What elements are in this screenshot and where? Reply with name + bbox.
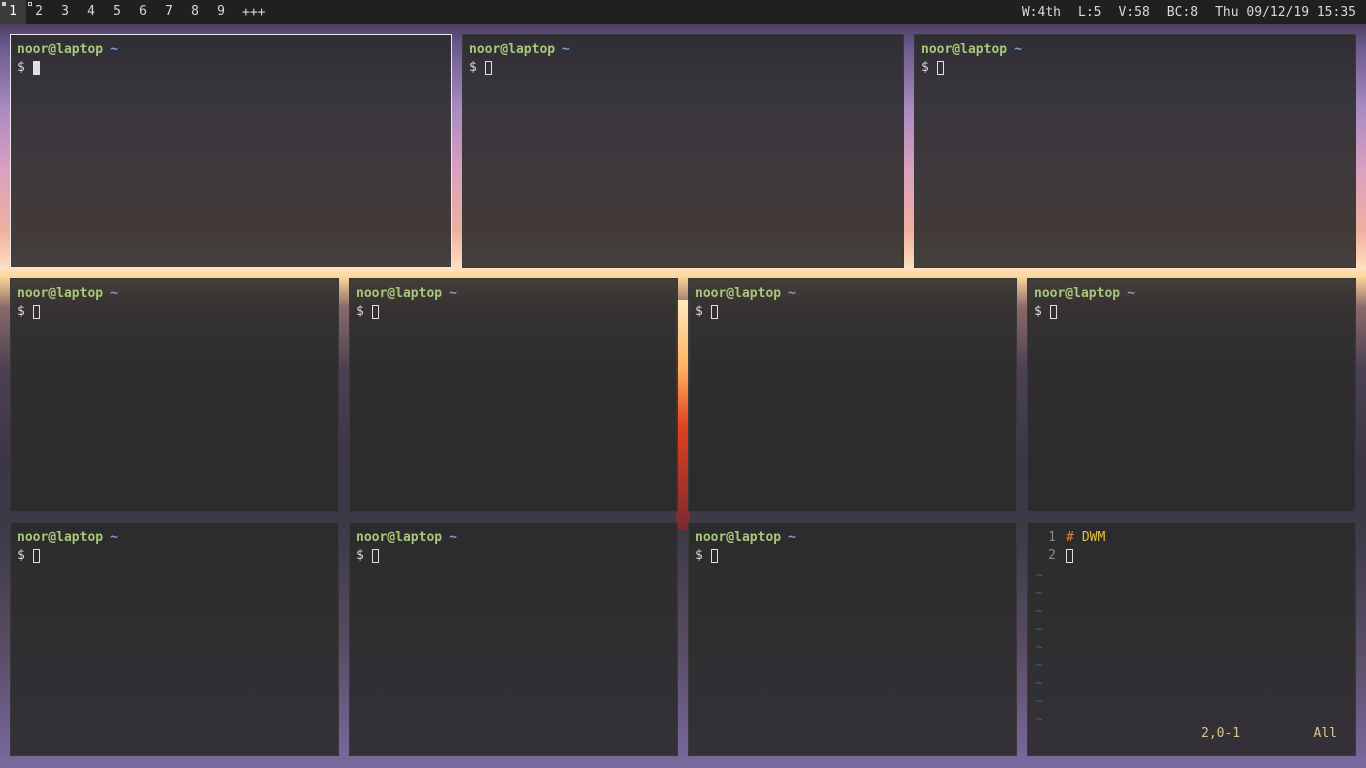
terminal-window-7[interactable]: noor@laptop ~ $ — [1027, 278, 1356, 512]
line-number: 1 — [1048, 530, 1056, 545]
line-number: 2 — [1048, 548, 1056, 563]
tag-4[interactable]: 4 — [78, 0, 104, 24]
prompt-cwd: ~ — [1127, 286, 1135, 301]
prompt-cwd: ~ — [562, 42, 570, 57]
tag-label: 2 — [35, 4, 43, 19]
cursor-icon — [371, 549, 379, 563]
empty-line-marker: ~ — [1035, 586, 1043, 601]
tag-2[interactable]: 2 — [26, 0, 52, 24]
prompt-cwd: ~ — [110, 42, 118, 57]
prompt-user-host: noor@laptop — [695, 530, 782, 545]
prompt-user-host: noor@laptop — [17, 286, 104, 301]
cursor-icon — [710, 305, 718, 319]
terminal-window-1[interactable]: noor@laptop ~ $ — [10, 34, 452, 268]
prompt-symbol: $ — [356, 304, 364, 319]
empty-line-marker: ~ — [1035, 712, 1043, 727]
prompt-symbol: $ — [356, 548, 364, 563]
empty-line-marker: ~ — [1035, 568, 1043, 583]
prompt-user-host: noor@laptop — [356, 530, 443, 545]
prompt-cwd: ~ — [449, 286, 457, 301]
cursor-icon — [1049, 305, 1057, 319]
vim-window[interactable]: 1 # DWM 2 ~ ~ ~ ~ ~ ~ ~ ~ ~ 2,0-1 All — [1027, 522, 1356, 756]
terminal-window-6[interactable]: noor@laptop ~ $ — [688, 278, 1017, 512]
prompt-user-host: noor@laptop — [17, 42, 104, 57]
markdown-hash: # — [1066, 530, 1074, 545]
vim-cursor-position: 2,0-1 — [1201, 726, 1241, 741]
prompt-symbol: $ — [695, 304, 703, 319]
terminal-window-10[interactable]: noor@laptop ~ $ — [688, 522, 1017, 756]
prompt-symbol: $ — [1034, 304, 1042, 319]
prompt-symbol: $ — [17, 60, 25, 75]
occupied-indicator-icon — [28, 2, 32, 6]
volume-indicator: V:58 — [1118, 4, 1150, 20]
prompt-cwd: ~ — [1014, 42, 1022, 57]
empty-line-marker: ~ — [1035, 604, 1043, 619]
empty-line-marker: ~ — [1035, 658, 1043, 673]
empty-line-marker: ~ — [1035, 622, 1043, 637]
clock: Thu 09/12/19 15:35 — [1215, 4, 1356, 20]
prompt-symbol: $ — [921, 60, 929, 75]
cursor-icon — [32, 61, 40, 75]
prompt-symbol: $ — [17, 304, 25, 319]
tag-1[interactable]: 1 — [0, 0, 26, 24]
tag-6[interactable]: 6 — [130, 0, 156, 24]
tag-5[interactable]: 5 — [104, 0, 130, 24]
status-bar: 1 2 3 4 5 6 7 8 9 +++ W:4th L:5 V:58 BC:… — [0, 0, 1366, 24]
tag-8[interactable]: 8 — [182, 0, 208, 24]
terminal-window-4[interactable]: noor@laptop ~ $ — [10, 278, 339, 512]
terminal-window-5[interactable]: noor@laptop ~ $ — [349, 278, 678, 512]
prompt-cwd: ~ — [788, 286, 796, 301]
prompt-symbol: $ — [695, 548, 703, 563]
terminal-window-3[interactable]: noor@laptop ~ $ — [914, 34, 1356, 268]
prompt-user-host: noor@laptop — [356, 286, 443, 301]
prompt-user-host: noor@laptop — [17, 530, 104, 545]
prompt-user-host: noor@laptop — [469, 42, 556, 57]
tag-7[interactable]: 7 — [156, 0, 182, 24]
prompt-cwd: ~ — [788, 530, 796, 545]
prompt-cwd: ~ — [449, 530, 457, 545]
prompt-symbol: $ — [469, 60, 477, 75]
prompt-cwd: ~ — [110, 530, 118, 545]
terminal-window-9[interactable]: noor@laptop ~ $ — [349, 522, 678, 756]
tag-9[interactable]: 9 — [208, 0, 234, 24]
occupied-indicator-icon — [2, 2, 6, 6]
layout-symbol[interactable]: +++ — [242, 5, 265, 20]
tag-label: 3 — [61, 4, 69, 19]
prompt-user-host: noor@laptop — [921, 42, 1008, 57]
tag-list: 1 2 3 4 5 6 7 8 9 — [0, 0, 234, 24]
tag-3[interactable]: 3 — [52, 0, 78, 24]
vim-line-1: 1 # DWM — [1034, 529, 1349, 547]
vim-scroll-indicator: All — [1313, 726, 1337, 741]
terminal-window-8[interactable]: noor@laptop ~ $ — [10, 522, 339, 756]
empty-line-marker: ~ — [1035, 676, 1043, 691]
bc-indicator: BC:8 — [1166, 4, 1199, 20]
terminal-window-2[interactable]: noor@laptop ~ $ — [462, 34, 904, 268]
cursor-icon — [936, 61, 944, 75]
vim-empty-lines: ~ ~ ~ ~ ~ ~ ~ ~ ~ — [1035, 567, 1043, 729]
prompt-user-host: noor@laptop — [1034, 286, 1121, 301]
cursor-icon — [484, 61, 492, 75]
tag-label: 7 — [165, 4, 173, 19]
tag-label: 6 — [139, 4, 147, 19]
tag-label: 9 — [217, 4, 225, 19]
status-text: W:4th L:5 V:58 BC:8 Thu 09/12/19 15:35 — [1022, 5, 1366, 20]
tag-label: 5 — [113, 4, 121, 19]
prompt-user-host: noor@laptop — [695, 286, 782, 301]
tag-label: 1 — [9, 4, 17, 19]
cursor-icon — [371, 305, 379, 319]
tag-label: 8 — [191, 4, 199, 19]
cursor-icon — [32, 305, 40, 319]
vim-line-2: 2 — [1034, 547, 1349, 565]
empty-line-marker: ~ — [1035, 694, 1043, 709]
vim-heading-text: DWM — [1081, 530, 1106, 545]
tag-label: 4 — [87, 4, 95, 19]
cursor-icon — [710, 549, 718, 563]
prompt-symbol: $ — [17, 548, 25, 563]
prompt-cwd: ~ — [110, 286, 118, 301]
cursor-icon — [1066, 549, 1073, 563]
empty-line-marker: ~ — [1035, 640, 1043, 655]
cursor-icon — [32, 549, 40, 563]
workspace-indicator: W:4th — [1021, 4, 1061, 20]
l-indicator: L:5 — [1078, 4, 1102, 20]
